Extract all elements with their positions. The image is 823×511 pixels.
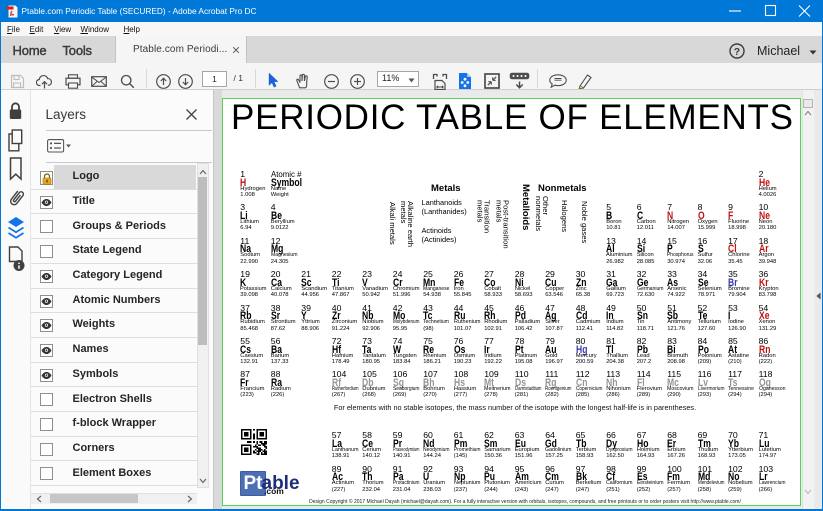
- svg-text:?: ?: [733, 45, 739, 57]
